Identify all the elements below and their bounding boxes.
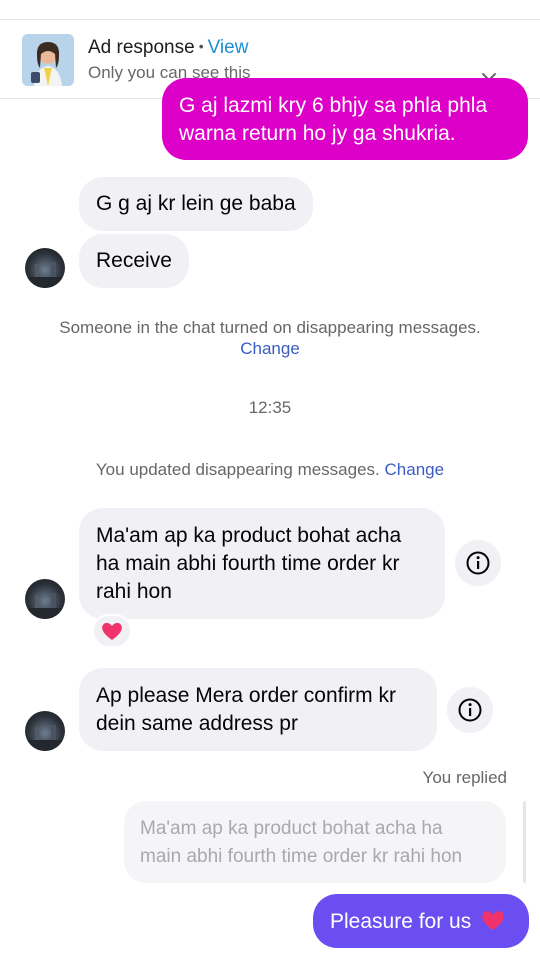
reply-line: main abhi fourth time order kr rahi hon: [140, 846, 463, 867]
system-text: Someone in the chat turned on disappeari…: [59, 318, 481, 337]
message-line: Ap please Mera order confirm kr: [96, 684, 396, 707]
info-icon: [466, 551, 490, 575]
timestamp: 12:35: [248, 398, 292, 417]
reaction-badge[interactable]: [92, 614, 132, 648]
system-text: You updated disappearing messages.: [95, 460, 380, 479]
message-line: warna return ho jy ga shukria.: [179, 122, 456, 145]
message-line: Ma'am ap ka product bohat acha: [96, 524, 402, 547]
incoming-message[interactable]: Ma'am ap ka product bohat acha ha main a…: [79, 508, 445, 619]
heart-icon: [482, 911, 504, 930]
cut-off-text: -: [248, 0, 268, 6]
system-message: You updated disappearing messages. Chang…: [0, 460, 540, 480]
outgoing-message[interactable]: Pleasure for us: [313, 894, 529, 948]
ad-title: Ad response • View: [88, 37, 248, 59]
reply-indicator-bar: [523, 801, 526, 883]
title-separator: •: [198, 38, 204, 54]
you-replied-label: You replied: [422, 768, 507, 787]
message-info-button[interactable]: [455, 540, 501, 586]
sender-avatar[interactable]: [25, 579, 65, 619]
top-strip: -: [0, 0, 540, 20]
heart-icon: [102, 622, 122, 640]
change-link[interactable]: Change: [385, 460, 445, 479]
view-ad-link[interactable]: View: [208, 37, 249, 58]
message-text: Receive: [96, 249, 172, 272]
message-text: G g aj kr lein ge baba: [96, 192, 296, 215]
sender-avatar[interactable]: [25, 248, 65, 288]
ad-thumbnail[interactable]: [22, 34, 74, 86]
incoming-message[interactable]: G g aj kr lein ge baba: [79, 177, 313, 231]
message-line: dein same address pr: [96, 712, 298, 735]
message-text: Pleasure for us: [330, 910, 472, 933]
message-line: G aj lazmi kry 6 bhjy sa phla phla: [179, 94, 488, 117]
message-info-button[interactable]: [447, 687, 493, 733]
message-line: ha main abhi fourth time order kr: [96, 552, 400, 575]
reply-line: Ma'am ap ka product bohat acha ha: [140, 818, 443, 839]
ad-title-text: Ad response: [88, 37, 195, 58]
sender-avatar[interactable]: [25, 711, 65, 751]
message-line: rahi hon: [96, 580, 172, 603]
system-message: Someone in the chat turned on disappeari…: [0, 318, 540, 359]
info-icon: [458, 698, 482, 722]
incoming-message[interactable]: Receive: [79, 234, 189, 288]
outgoing-message[interactable]: G aj lazmi kry 6 bhjy sa phla phla warna…: [162, 78, 528, 160]
reply-preview[interactable]: Ma'am ap ka product bohat acha ha main a…: [124, 801, 506, 883]
incoming-message[interactable]: Ap please Mera order confirm kr dein sam…: [79, 668, 437, 751]
change-link[interactable]: Change: [0, 339, 540, 359]
